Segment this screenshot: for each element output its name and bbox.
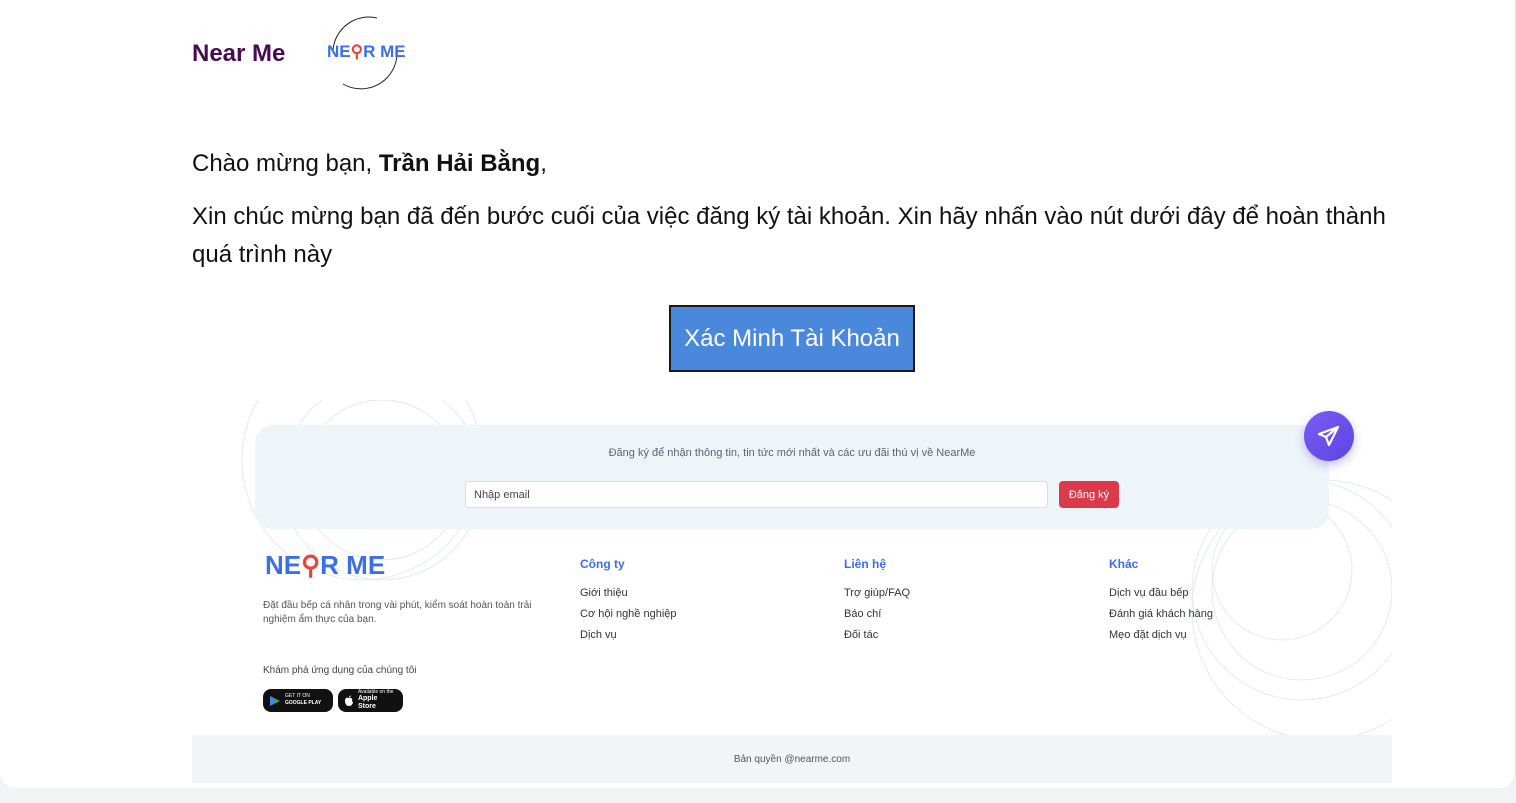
map-pin-icon: ⚲: [301, 550, 321, 580]
footer-link[interactable]: Cơ hội nghề nghiệp: [580, 608, 677, 620]
column-title: Công ty: [580, 557, 625, 571]
subscribe-button[interactable]: Đăng ký: [1059, 481, 1119, 508]
footer-logo-right: R ME: [320, 550, 386, 580]
footer-description: Đặt đầu bếp cá nhân trong vài phút, kiểm…: [263, 600, 532, 625]
footer-link[interactable]: Báo chí: [844, 608, 910, 620]
footer-logo-left: NE: [265, 550, 302, 580]
greeting-prefix: Chào mừng bạn,: [192, 150, 379, 177]
email-card: Near Me NE⚲R ME Chào mừng bạn, Trần Hải …: [0, 0, 1516, 788]
logo-text-left: NE: [327, 42, 351, 61]
email-input[interactable]: [465, 481, 1048, 508]
message-body: Xin chúc mừng bạn đã đến bước cuối của v…: [192, 203, 1386, 268]
greeting: Chào mừng bạn, Trần Hải Bằng,: [192, 150, 547, 178]
app-heading: Khám phá ứng dụng của chúng tôi: [263, 665, 417, 676]
apple-store-button[interactable]: Available on the Apple Store: [338, 689, 403, 712]
map-pin-icon: ⚲: [350, 42, 364, 61]
footer-link[interactable]: Đối tác: [844, 629, 910, 641]
apple-store-big: Apple Store: [357, 695, 378, 710]
footer-link[interactable]: Dịch vụ: [580, 629, 677, 641]
header-logo: NE⚲R ME: [325, 14, 406, 90]
footer-section: Đăng ký để nhận thông tin, tin tức mới n…: [192, 400, 1392, 783]
footer-link[interactable]: Giới thiệu: [580, 587, 677, 599]
copyright-bar: Bản quyền @nearme.com: [192, 735, 1392, 783]
footer-link[interactable]: Mẹo đặt dịch vụ: [1109, 629, 1213, 641]
column-title: Khác: [1109, 557, 1139, 571]
footer-link[interactable]: Dịch vụ đầu bếp: [1109, 587, 1213, 599]
google-play-big: GOOGLE PLAY: [285, 700, 322, 706]
copyright-text: Bản quyền @nearme.com: [733, 753, 851, 765]
newsletter-title: Đăng ký để nhận thông tin, tin tức mới n…: [608, 447, 976, 459]
footer-column-company: Công ty Giới thiệu Cơ hội nghề nghiệp Dị…: [580, 557, 677, 650]
greeting-suffix: ,: [540, 150, 547, 177]
footer-logo: NE⚲R ME: [265, 550, 385, 581]
user-name: Trần Hải Bằng: [378, 150, 541, 177]
footer-column-contact: Liên hệ Trợ giúp/FAQ Báo chí Đối tác: [844, 557, 910, 650]
logo-text-right: R ME: [363, 42, 406, 61]
apple-icon: [344, 695, 353, 706]
google-play-button[interactable]: GET IT ON GOOGLE PLAY: [263, 689, 333, 712]
send-floating-button[interactable]: [1304, 411, 1354, 461]
send-icon: [1317, 425, 1340, 447]
footer-link[interactable]: Trợ giúp/FAQ: [844, 587, 910, 599]
newsletter-box: Đăng ký để nhận thông tin, tin tức mới n…: [255, 425, 1329, 529]
column-title: Liên hệ: [844, 557, 887, 571]
play-store-icon: [270, 695, 280, 706]
verify-account-button[interactable]: Xác Minh Tài Khoản: [669, 305, 915, 372]
footer-column-other: Khác Dịch vụ đầu bếp Đánh giá khách hàng…: [1109, 557, 1213, 650]
footer-link[interactable]: Đánh giá khách hàng: [1109, 608, 1213, 620]
brand-name: Near Me: [192, 40, 286, 67]
